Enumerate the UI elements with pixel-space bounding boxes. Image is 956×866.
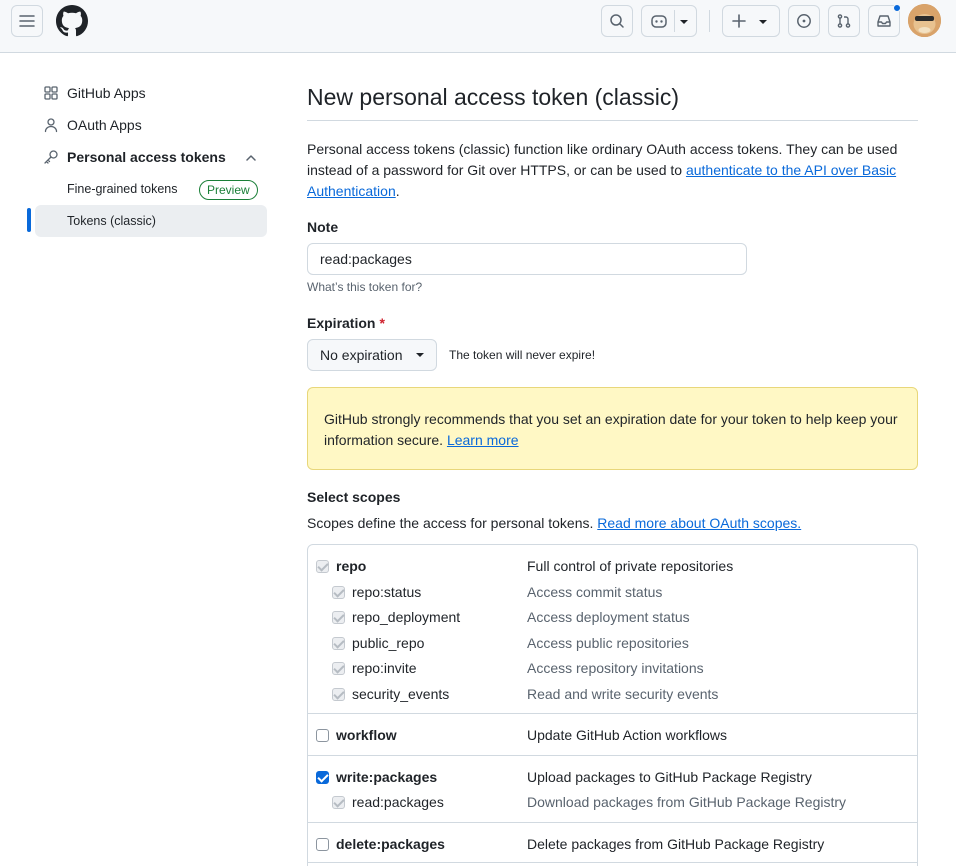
copilot-icon <box>651 15 667 28</box>
sidebar-item-tokens-classic[interactable]: Tokens (classic) <box>35 205 267 237</box>
scope-description: Full control of private repositories <box>527 558 734 574</box>
inbox-icon <box>877 15 891 27</box>
sidebar-item-github-apps[interactable]: GitHub Apps <box>35 77 267 109</box>
hamburger-icon <box>19 15 35 27</box>
scope-name: repo:invite <box>352 660 417 676</box>
sidebar-item-label: OAuth Apps <box>67 117 142 133</box>
expiration-value: No expiration <box>320 347 403 363</box>
expiration-label: Expiration * <box>307 315 385 331</box>
scope-description: Delete packages from GitHub Package Regi… <box>527 836 825 852</box>
issue-opened-icon <box>797 14 811 28</box>
page-title: New personal access token (classic) <box>307 84 679 110</box>
chevron-down-icon <box>416 353 424 357</box>
page-description: Personal access tokens (classic) functio… <box>307 139 922 202</box>
app-header <box>0 0 956 53</box>
scope-name: repo_deployment <box>352 609 461 625</box>
apps-icon <box>44 86 58 100</box>
active-indicator <box>27 208 31 232</box>
scope-checkbox-security-events[interactable] <box>332 688 345 701</box>
scope-checkbox-public-repo[interactable] <box>332 637 345 650</box>
scope-checkbox-repo-status[interactable] <box>332 586 345 599</box>
scope-name: repo:status <box>352 584 422 600</box>
scope-description: Read and write security events <box>527 686 719 702</box>
expiration-label-text: Expiration <box>307 315 376 331</box>
chevron-down-icon <box>759 20 767 24</box>
scope-divider <box>308 862 917 863</box>
menu-button[interactable] <box>11 5 43 37</box>
scope-name: security_events <box>352 686 450 702</box>
scope-checkbox-repo[interactable] <box>316 560 329 573</box>
person-icon <box>44 118 58 133</box>
scope-description: Access deployment status <box>527 609 690 625</box>
pull-requests-button[interactable] <box>828 5 860 37</box>
scope-checkbox-read-packages[interactable] <box>332 796 345 809</box>
notification-indicator <box>893 4 901 12</box>
scope-description: Access commit status <box>527 584 663 600</box>
scope-name: write:packages <box>336 769 438 785</box>
scope-divider <box>308 755 917 756</box>
sidebar-item-label: Tokens (classic) <box>67 214 156 228</box>
sidebar-item-oauth-apps[interactable]: OAuth Apps <box>35 109 267 141</box>
expiration-info: The token will never expire! <box>449 348 596 362</box>
chevron-up-icon[interactable] <box>243 150 259 166</box>
sidebar-item-label: Fine-grained tokens <box>67 182 178 196</box>
scope-divider <box>308 822 917 823</box>
create-new-button[interactable] <box>722 5 780 37</box>
oauth-scopes-link[interactable]: Read more about OAuth scopes. <box>597 515 801 531</box>
search-icon <box>610 14 624 28</box>
sidebar-item-label: Personal access tokens <box>67 149 226 165</box>
github-mark-icon <box>56 5 88 37</box>
scope-name: public_repo <box>352 635 425 651</box>
required-mark: * <box>379 315 385 331</box>
sidebar-item-fine-grained-tokens[interactable]: Fine-grained tokens Preview <box>35 173 267 205</box>
sidebar-item-label: GitHub Apps <box>67 85 146 101</box>
select-scopes-label: Select scopes <box>307 489 401 505</box>
scope-description: Access repository invitations <box>527 660 704 676</box>
plus-icon <box>732 14 746 28</box>
chevron-down-icon <box>680 20 688 24</box>
scope-name: read:packages <box>352 794 444 810</box>
github-logo[interactable] <box>56 5 88 37</box>
header-separator <box>709 10 710 32</box>
scope-checkbox-write-packages[interactable] <box>316 771 329 784</box>
scope-description: Update GitHub Action workflows <box>527 727 727 743</box>
scope-name: delete:packages <box>336 836 445 852</box>
title-divider <box>307 120 918 121</box>
scope-checkbox-repo-invite[interactable] <box>332 662 345 675</box>
scope-name: workflow <box>336 727 397 743</box>
sidebar-item-personal-access-tokens[interactable]: Personal access tokens <box>35 141 267 173</box>
preview-badge: Preview <box>199 180 258 200</box>
scope-checkbox-workflow[interactable] <box>316 729 329 742</box>
scope-name: repo <box>336 558 367 574</box>
scopes-description-text: Scopes define the access for personal to… <box>307 515 598 531</box>
note-label: Note <box>307 219 339 235</box>
search-button[interactable] <box>601 5 633 37</box>
scopes-description: Scopes define the access for personal to… <box>307 515 801 531</box>
scope-description: Access public repositories <box>527 635 689 651</box>
note-hint: What’s this token for? <box>307 280 423 294</box>
learn-more-link[interactable]: Learn more <box>447 432 519 448</box>
issues-button[interactable] <box>788 5 820 37</box>
user-avatar-image <box>908 4 941 37</box>
scope-checkbox-delete-packages[interactable] <box>316 838 329 851</box>
key-icon <box>44 150 58 164</box>
expiration-select[interactable]: No expiration <box>307 339 437 371</box>
expiration-warning: GitHub strongly recommends that you set … <box>307 387 918 470</box>
copilot-button[interactable] <box>641 5 697 37</box>
scope-divider <box>308 713 917 714</box>
description-end: . <box>395 183 400 199</box>
git-pull-request-icon <box>837 14 851 28</box>
scope-checkbox-repo-deployment[interactable] <box>332 611 345 624</box>
avatar[interactable] <box>908 4 941 37</box>
note-input[interactable]: read:packages <box>307 243 747 275</box>
scope-description: Download packages from GitHub Package Re… <box>527 794 847 810</box>
scope-description: Upload packages to GitHub Package Regist… <box>527 769 812 785</box>
warning-text: GitHub strongly recommends that you set … <box>324 411 898 448</box>
